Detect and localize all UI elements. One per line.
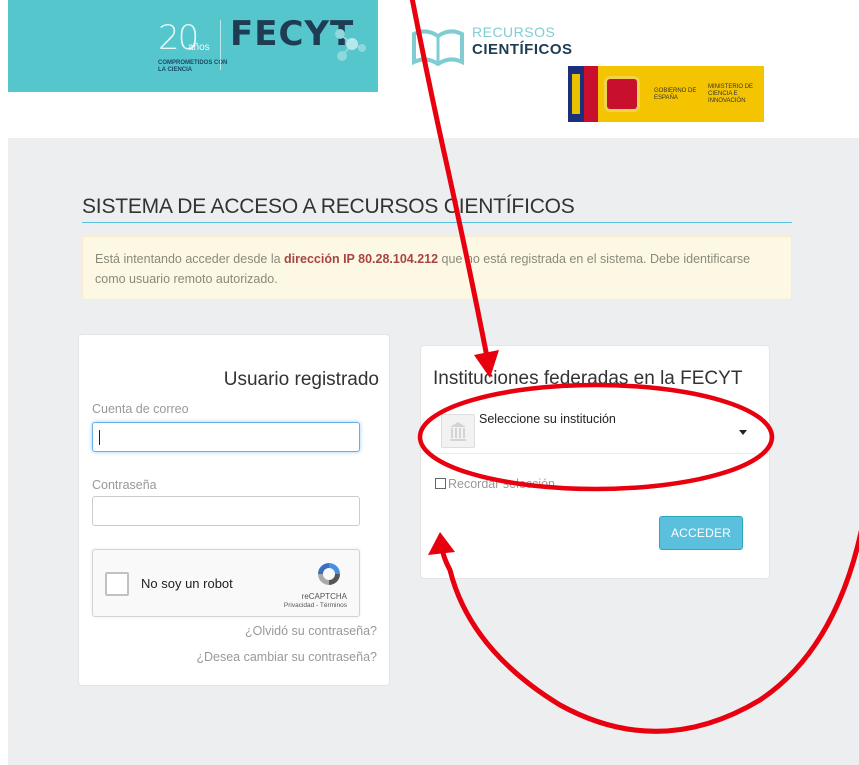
coat-of-arms-icon	[604, 76, 640, 112]
page-title: SISTEMA DE ACCESO A RECURSOS CIENTÍFICOS	[82, 195, 575, 218]
recursos-cientificos-logo: RECURSOS CIENTÍFICOS	[410, 24, 590, 68]
flag-stripe	[584, 66, 598, 122]
title-divider	[82, 222, 792, 223]
anniversary-logo: 20 años COMPROMETIDOS CON LA CIENCIA	[158, 18, 227, 80]
recursos-line1: RECURSOS	[472, 24, 556, 40]
ministerio-text: MINISTERIO DE CIENCIA E INNOVACIÓN	[708, 84, 754, 104]
recursos-line2: CIENTÍFICOS	[472, 41, 573, 58]
main-content: SISTEMA DE ACCESO A RECURSOS CIENTÍFICOS…	[8, 138, 859, 765]
email-field[interactable]	[92, 422, 360, 452]
change-password-link[interactable]: ¿Desea cambiar su contraseña?	[196, 650, 377, 664]
alert-ip-address: dirección IP 80.28.104.212	[284, 252, 439, 266]
anniversary-label: años	[188, 42, 210, 53]
gobierno-logo: GOBIERNO DE ESPAÑA MINISTERIO DE CIENCIA…	[568, 66, 764, 122]
institution-select-value: Seleccione su institución	[479, 412, 616, 426]
email-label: Cuenta de correo	[92, 402, 189, 416]
eu-flag-icon	[568, 66, 584, 122]
anniversary-tagline: COMPROMETIDOS CON LA CIENCIA	[158, 60, 228, 73]
open-book-icon	[412, 29, 464, 66]
federated-heading: Instituciones federadas en la FECYT	[433, 368, 743, 389]
remember-label: Recordar selección	[448, 477, 555, 491]
password-label: Contraseña	[92, 478, 157, 492]
registered-user-panel: Usuario registrado Cuenta de correo Cont…	[78, 334, 390, 686]
recaptcha-icon	[318, 563, 340, 585]
password-field[interactable]	[92, 496, 360, 526]
gobierno-text: GOBIERNO DE ESPAÑA	[654, 88, 697, 101]
institution-select[interactable]: Seleccione su institución	[421, 408, 771, 454]
recaptcha-brand: reCAPTCHA	[301, 592, 347, 601]
alert-prefix: Está intentando acceder desde la	[95, 252, 285, 266]
recaptcha-links[interactable]: Privacidad - Términos	[284, 602, 347, 609]
remember-selection[interactable]: Recordar selección	[435, 477, 555, 491]
ip-warning-alert: Está intentando acceder desde la direcci…	[82, 236, 792, 300]
fecyt-banner: 20 años COMPROMETIDOS CON LA CIENCIA FEC…	[8, 0, 378, 92]
recaptcha-text: No soy un robot	[141, 576, 233, 591]
federated-institutions-panel: Instituciones federadas en la FECYT Sele…	[420, 345, 771, 579]
registered-user-heading: Usuario registrado	[223, 369, 379, 390]
molecule-icon	[335, 29, 366, 61]
banner-divider	[220, 20, 221, 70]
recaptcha-widget: No soy un robot reCAPTCHA Privacidad - T…	[92, 549, 360, 617]
acceder-button[interactable]: ACCEDER	[659, 516, 743, 550]
text-cursor	[99, 430, 100, 445]
top-header: 20 años COMPROMETIDOS CON LA CIENCIA FEC…	[8, 0, 859, 128]
building-icon	[450, 422, 466, 441]
recaptcha-checkbox[interactable]	[105, 572, 129, 596]
dropdown-caret-icon	[739, 430, 747, 435]
institution-building-icon	[441, 414, 475, 448]
remember-checkbox[interactable]	[435, 478, 446, 489]
forgot-password-link[interactable]: ¿Olvidó su contraseña?	[245, 624, 377, 638]
